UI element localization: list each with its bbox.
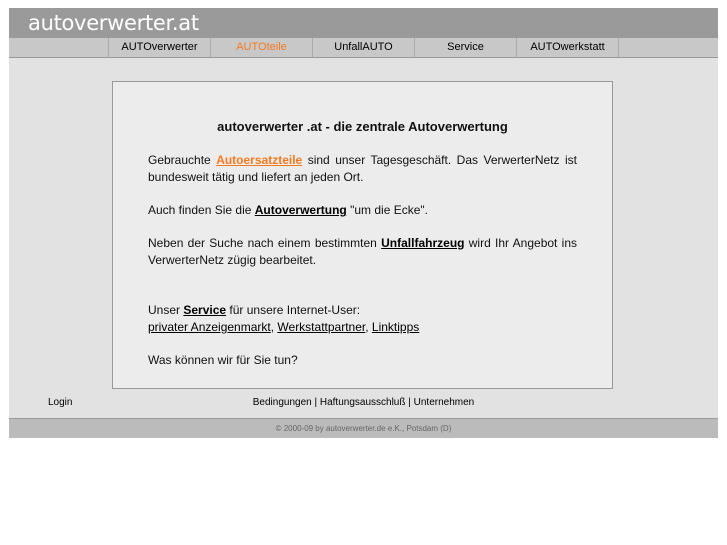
intro-paragraph: Gebrauchte Autoersatzteile sind unser Ta… [148,152,577,186]
paragraph: Neben der Suche nach einem bestimmten Un… [148,235,577,269]
text: Unser [148,303,184,317]
nav-autowerkstatt[interactable]: AUTOwerkstatt [517,38,619,57]
text: für unsere Internet-User: [226,303,361,317]
anzeigenmarkt-link[interactable]: privater Anzeigenmarkt [148,320,271,334]
nav-unfallauto[interactable]: UnfallAUTO [313,38,415,57]
nav-spacer [9,38,109,57]
content-box: autoverwerter .at - die zentrale Autover… [112,81,613,389]
werkstattpartner-link[interactable]: Werkstattpartner [277,320,365,334]
site-logo[interactable]: autoverwerter.at [9,8,718,38]
haftungsausschluss-link[interactable]: Haftungsausschluß [320,397,406,408]
text: Neben der Suche nach einem bestimmten [148,236,382,250]
question: Was können wir für Sie tun? [148,353,298,367]
text: "um die Ecke". [346,203,428,217]
nav-service[interactable]: Service [415,38,517,57]
autoverwertung-link[interactable]: Autoverwertung [255,203,347,217]
bedingungen-link[interactable]: Bedingungen [253,397,312,408]
unfallfahrzeug-link[interactable]: Unfallfahrzeug [381,236,464,250]
service-paragraph: Unser Service für unsere Internet-User: … [148,302,577,336]
page-title: autoverwerter .at - die zentrale Autover… [217,119,508,134]
main-nav: AUTOverwerter AUTOteile UnfallAUTO Servi… [9,38,718,58]
main-area: autoverwerter .at - die zentrale Autover… [9,58,718,418]
nav-autoverwerter[interactable]: AUTOverwerter [109,38,211,57]
separator: | [405,397,414,408]
paragraph: Auch finden Sie die Autoverwertung "um d… [148,202,577,219]
separator: , [365,320,372,334]
text: Auch finden Sie die [148,203,255,217]
linktipps-link[interactable]: Linktipps [372,320,419,334]
copyright: © 2000-09 by autoverwerter.de e.K., Pots… [9,418,718,438]
text: Gebrauchte [148,153,217,167]
separator: | [311,397,320,408]
service-link[interactable]: Service [183,303,226,317]
nav-autoteile[interactable]: AUTOteile [211,38,313,57]
autoersatzteile-link[interactable]: Autoersatzteile [216,153,302,167]
unternehmen-link[interactable]: Unternehmen [414,397,475,408]
